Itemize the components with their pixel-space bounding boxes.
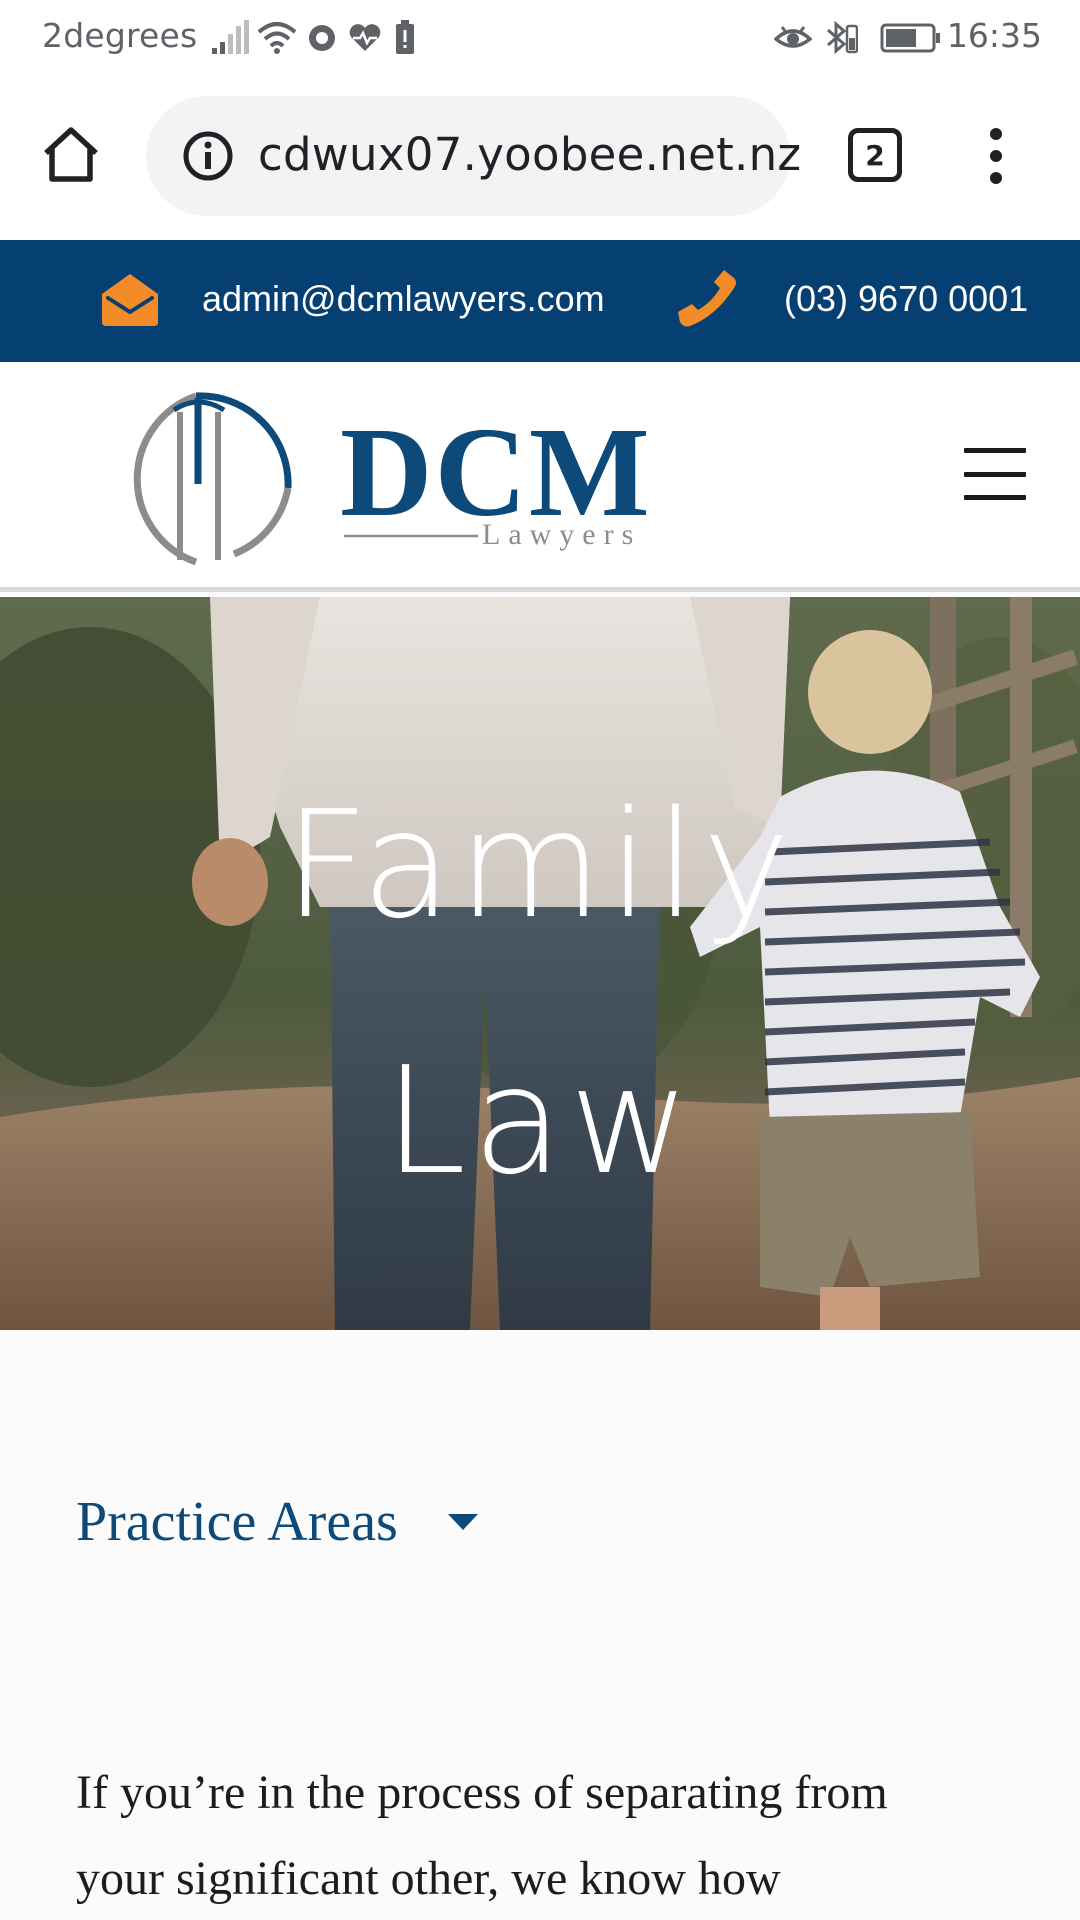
- menu-dot: [990, 128, 1002, 140]
- address-bar[interactable]: cdwux07.yoobee.net.nz: [146, 96, 801, 216]
- carrier-name: 2degrees: [42, 16, 198, 55]
- hamburger-menu-button[interactable]: [964, 448, 1026, 500]
- phone-icon: [678, 270, 736, 327]
- phone-link[interactable]: (03) 9670 0001: [784, 278, 1028, 320]
- menu-dot: [990, 150, 1002, 162]
- battery-alert-icon: [394, 20, 416, 56]
- wifi-icon: [256, 20, 298, 56]
- hamburger-line: [964, 448, 1026, 453]
- intro-line-1: If you’re in the process of separating f…: [76, 1766, 888, 1819]
- tab-switcher-button[interactable]: 2: [848, 128, 902, 182]
- contact-bar: admin@dcmlawyers.com (03) 9670 0001: [0, 240, 1080, 362]
- intro-line-2: your significant other, we know how: [76, 1852, 781, 1905]
- url-text[interactable]: cdwux07.yoobee.net.nz: [258, 128, 801, 181]
- status-icons-left: [210, 18, 416, 58]
- status-icons-right: [774, 18, 942, 58]
- menu-dot: [990, 172, 1002, 184]
- practice-areas-dropdown[interactable]: Practice Areas: [76, 1490, 480, 1554]
- hero-title-line-2: Law: [383, 1035, 697, 1207]
- dcm-logo[interactable]: DCM Lawyers: [118, 384, 658, 574]
- caret-down-icon: [447, 1514, 478, 1530]
- health-icon: [348, 23, 382, 53]
- practice-areas-label: Practice Areas: [76, 1491, 398, 1553]
- home-button[interactable]: [36, 120, 106, 190]
- record-icon: [306, 22, 338, 54]
- envelope-icon: [102, 274, 158, 326]
- main-content: Practice Areas If you’re in the process …: [0, 1330, 1080, 1920]
- intro-paragraph: If you’re in the process of separating f…: [76, 1750, 1016, 1920]
- signal-icon: [210, 20, 250, 56]
- clock: 16:35: [946, 16, 1042, 55]
- hamburger-line: [964, 495, 1026, 500]
- hero-title: Family Law: [0, 737, 1080, 1249]
- email-link[interactable]: admin@dcmlawyers.com: [202, 278, 605, 320]
- logo-subtitle: Lawyers: [482, 518, 642, 551]
- hamburger-line: [964, 471, 1026, 477]
- site-header: DCM Lawyers: [0, 362, 1080, 592]
- status-bar: 2degrees 16:35: [0, 0, 1080, 76]
- browser-toolbar: cdwux07.yoobee.net.nz 2: [0, 76, 1080, 240]
- overflow-menu-button[interactable]: [976, 128, 1016, 184]
- hero-title-line-1: Family: [283, 779, 797, 951]
- home-icon: [44, 127, 98, 182]
- eye-icon: [774, 23, 812, 53]
- battery-icon: [880, 23, 942, 53]
- bluetooth-icon: [822, 20, 858, 56]
- info-icon[interactable]: [182, 130, 234, 182]
- hero-banner: Family Law: [0, 597, 1080, 1330]
